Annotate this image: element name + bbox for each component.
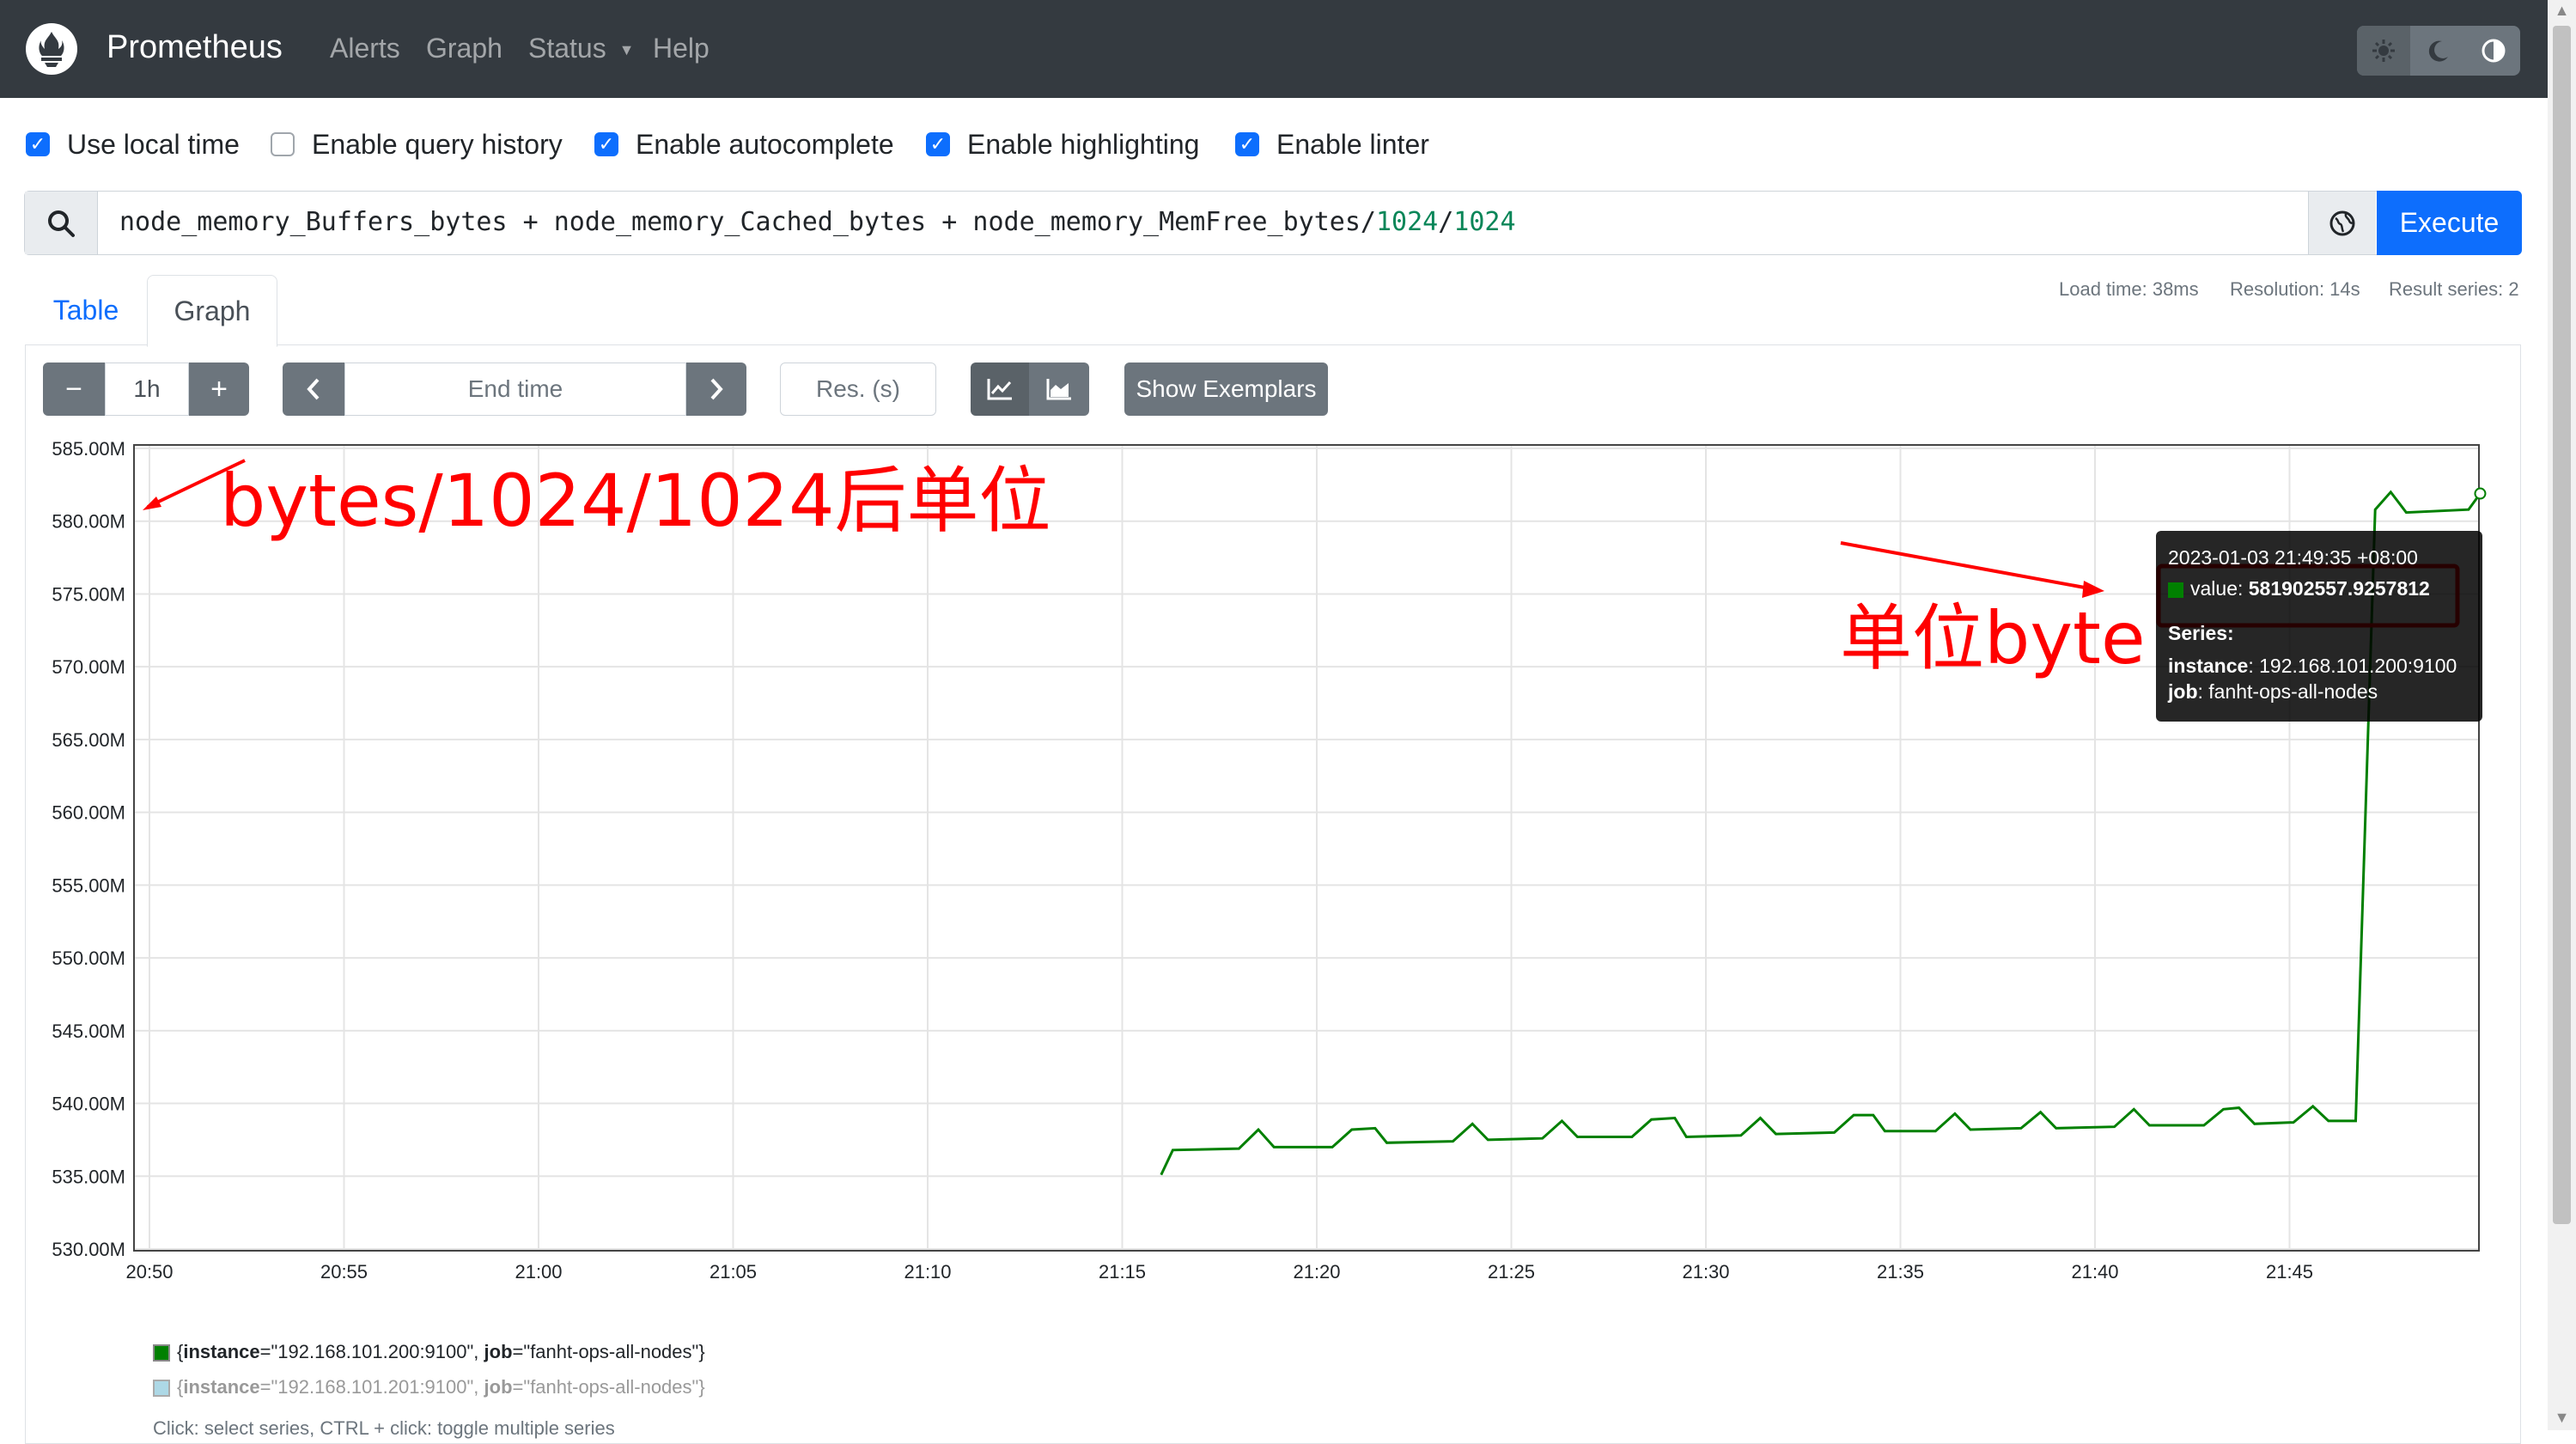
legend-key: job	[484, 1376, 513, 1398]
tooltip-value: 581902557.9257812	[2248, 577, 2430, 600]
scrollbar-thumb[interactable]	[2553, 26, 2571, 1224]
tooltip-value-label: value:	[2190, 577, 2244, 600]
y-tick-label: 585.00M	[52, 438, 125, 460]
tab-graph[interactable]: Graph	[147, 275, 277, 347]
legend-text: ="fanht-ops-all-nodes"}	[512, 1376, 705, 1398]
legend-key: job	[484, 1341, 513, 1362]
annotation-text: bytes/1024/1024后单位	[220, 459, 1051, 543]
scroll-down-icon[interactable]: ▼	[2548, 1409, 2576, 1427]
plot-frame	[133, 444, 2480, 1252]
y-tick-label: 540.00M	[52, 1094, 125, 1115]
y-tick-label: 575.00M	[52, 583, 125, 605]
tooltip-time: 2023-01-03 21:49:35 +08:00	[2168, 546, 2418, 569]
legend-text: ="192.168.101.201:9100",	[259, 1376, 484, 1398]
legend-key: instance	[183, 1376, 260, 1398]
tooltip-job-value: : fanht-ops-all-nodes	[2197, 680, 2378, 703]
tooltip-value-row: value: 581902557.9257812	[2168, 577, 2430, 600]
y-tick-label: 560.00M	[52, 802, 125, 824]
y-tick-label: 535.00M	[52, 1166, 125, 1187]
x-tick-label: 21:15	[1099, 1261, 1146, 1283]
x-tick-label: 21:25	[1488, 1261, 1535, 1283]
legend-key: instance	[183, 1341, 260, 1362]
y-tick-label: 530.00M	[52, 1239, 125, 1260]
tooltip-job-key: job	[2168, 680, 2198, 703]
annotation-text: 单位byte	[1840, 596, 2146, 680]
chart-tooltip: 2023-01-03 21:49:35 +08:00 value: 581902…	[2156, 531, 2482, 722]
y-tick-label: 570.00M	[52, 656, 125, 678]
x-tick-label: 20:50	[125, 1261, 173, 1283]
scroll-up-icon[interactable]: ▲	[2548, 2, 2576, 20]
legend-text: ="192.168.101.200:9100",	[259, 1341, 484, 1362]
vertical-scrollbar[interactable]: ▲ ▼	[2548, 0, 2576, 1430]
y-tick-label: 550.00M	[52, 947, 125, 969]
series-color-swatch	[2168, 582, 2183, 598]
legend-text: ="fanht-ops-all-nodes"}	[512, 1341, 705, 1362]
legend-item[interactable]: {instance="192.168.101.200:9100", job="f…	[153, 1341, 705, 1363]
legend-item[interactable]: {instance="192.168.101.201:9100", job="f…	[153, 1376, 705, 1398]
tooltip-instance-key: instance	[2168, 655, 2249, 677]
tooltip-job-row: job: fanht-ops-all-nodes	[2168, 680, 2378, 704]
legend-swatch	[153, 1380, 170, 1398]
x-axis-ticks: 20:50 20:55 21:00 21:05 21:10 21:15 21:20 21:25…	[125, 1261, 2313, 1283]
tooltip-instance-row: instance: 192.168.101.200:9100	[2168, 655, 2457, 678]
y-axis-ticks: 585.00M 580.00M 575.00M 570.00M 565.00M 560.0…	[52, 438, 125, 1260]
y-tick-label: 580.00M	[52, 511, 125, 533]
x-tick-label: 21:45	[2266, 1261, 2313, 1283]
chart-grid	[134, 445, 2479, 1251]
x-tick-label: 21:00	[515, 1261, 562, 1283]
tooltip-series-label: Series:	[2168, 622, 2234, 644]
legend-help-text: Click: select series, CTRL + click: togg…	[153, 1417, 615, 1439]
y-tick-label: 555.00M	[52, 874, 125, 896]
x-tick-label: 21:35	[1877, 1261, 1924, 1283]
y-tick-label: 545.00M	[52, 1021, 125, 1042]
x-tick-label: 21:05	[709, 1261, 757, 1283]
legend-swatch	[153, 1344, 170, 1362]
x-tick-label: 21:30	[1682, 1261, 1729, 1283]
y-tick-label: 565.00M	[52, 729, 125, 751]
x-tick-label: 21:20	[1293, 1261, 1340, 1283]
hover-point	[2474, 487, 2487, 500]
x-tick-label: 20:55	[320, 1261, 368, 1283]
x-tick-label: 21:10	[904, 1261, 951, 1283]
x-tick-label: 21:40	[2071, 1261, 2118, 1283]
tooltip-instance-value: : 192.168.101.200:9100	[2248, 655, 2457, 677]
